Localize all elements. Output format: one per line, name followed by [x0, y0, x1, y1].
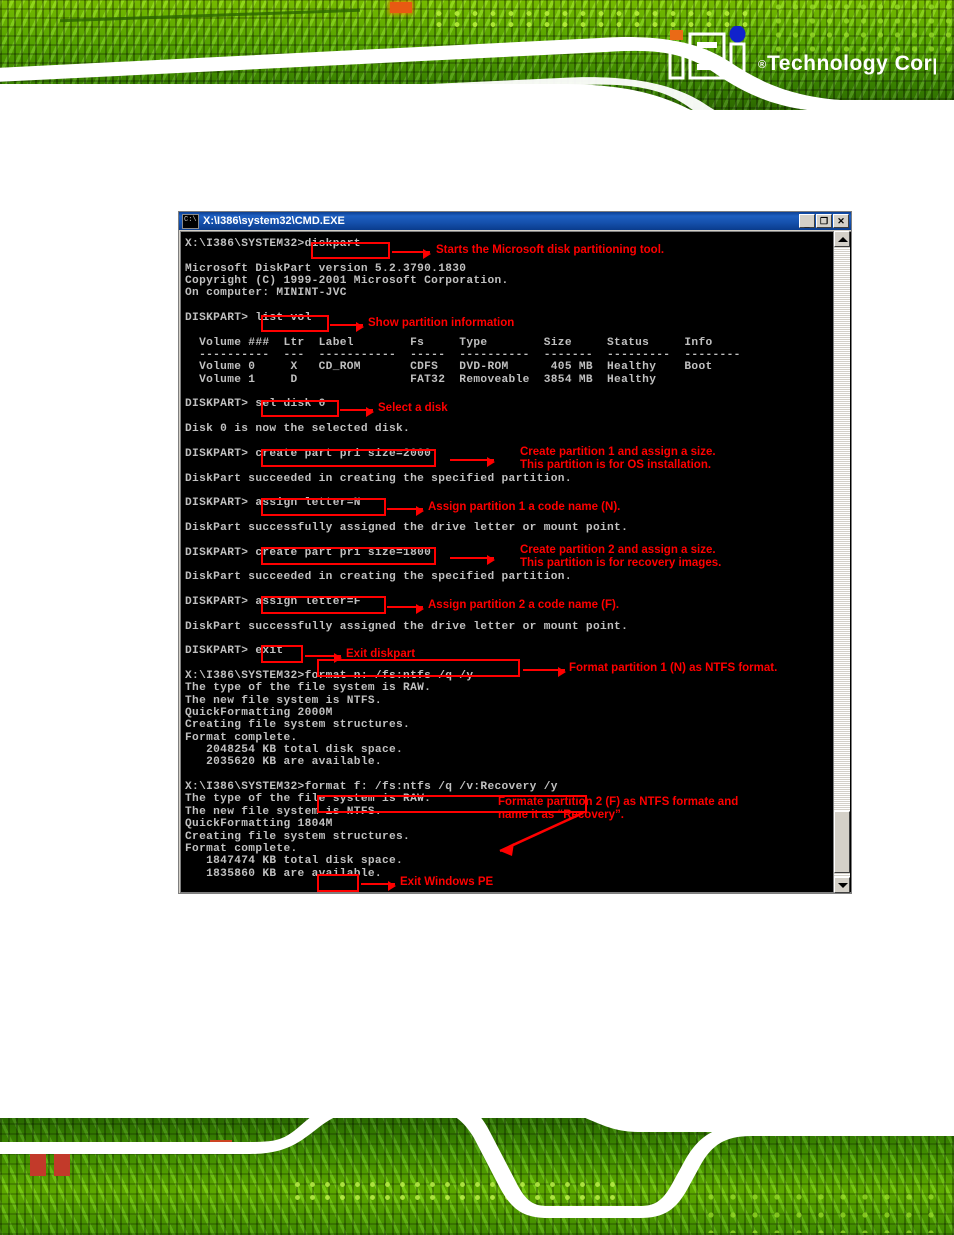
- console-line: 2048254 KB total disk space.: [185, 744, 404, 757]
- console-line: DiskPart successfully assigned the drive…: [185, 620, 629, 633]
- console-line: QuickFormatting 2000M: [185, 707, 333, 720]
- vertical-scrollbar[interactable]: [833, 231, 850, 893]
- console-line: The type of the file system is RAW.: [185, 682, 432, 695]
- page-header: ® Technology Corp.: [0, 0, 954, 118]
- console-line: DISKPART> list vol: [185, 312, 312, 325]
- console-line: 1847474 KB total disk space.: [185, 855, 404, 868]
- cmd-window-title: X:\I386\system32\CMD.EXE: [203, 215, 345, 227]
- console-line: ---------- --- ----------- ----- -------…: [185, 349, 741, 362]
- console-line: DiskPart succeeded in creating the speci…: [185, 472, 572, 485]
- console-line: DISKPART> exit: [185, 645, 284, 658]
- cmd-titlebar[interactable]: X:\I386\system32\CMD.EXE _ ❐ ✕: [179, 212, 851, 230]
- console-line: QuickFormatting 1804M: [185, 818, 333, 831]
- restore-icon: ❐: [819, 216, 829, 226]
- console-line: Volume 0 X CD_ROM CDFS DVD-ROM 405 MB He…: [185, 361, 713, 374]
- console-line: Creating file system structures.: [185, 830, 411, 843]
- console-line: Volume ### Ltr Label Fs Type Size Status…: [185, 336, 713, 349]
- brand-text: Technology Corp.: [767, 52, 936, 75]
- svg-text:®: ®: [758, 59, 766, 71]
- console-line: DISKPART> assign letter=N: [185, 497, 361, 510]
- console-line: DISKPART> sel disk 0: [185, 398, 326, 411]
- cmd-window[interactable]: X:\I386\system32\CMD.EXE _ ❐ ✕ X:\I386\S…: [178, 211, 852, 894]
- console-line: Format complete.: [185, 731, 298, 744]
- console-line: The new file system is NTFS.: [185, 694, 382, 707]
- console-line: X:\I386\SYSTEM32>diskpart: [185, 238, 361, 250]
- console-line: DISKPART> create part pri size=1800: [185, 546, 432, 559]
- console-line: The new file system is NTFS.: [185, 805, 382, 818]
- scroll-down-button[interactable]: [834, 877, 850, 893]
- console-line: The type of the file system is RAW.: [185, 793, 432, 806]
- restore-button[interactable]: ❐: [816, 214, 832, 228]
- console-line: On computer: MININT-JVC: [185, 287, 347, 300]
- console-output: X:\I386\SYSTEM32>diskpart Microsoft Disk…: [181, 232, 829, 892]
- console-line: Disk 0 is now the selected disk.: [185, 423, 411, 436]
- console-line: DiskPart succeeded in creating the speci…: [185, 571, 572, 584]
- console-icon: [182, 213, 199, 229]
- iei-logo: ® Technology Corp.: [668, 26, 936, 80]
- close-button[interactable]: ✕: [833, 214, 849, 228]
- chevron-up-icon: [838, 237, 848, 242]
- console-line: DISKPART> create part pri size=2000: [185, 447, 432, 460]
- window-controls[interactable]: _ ❐ ✕: [799, 214, 849, 229]
- console-line: DiskPart successfully assigned the drive…: [185, 521, 629, 534]
- close-icon: ✕: [837, 216, 845, 226]
- console-line: Copyright (C) 1999-2001 Microsoft Corpor…: [185, 275, 509, 288]
- scrollbar-thumb[interactable]: [834, 811, 850, 873]
- footer-swoosh-graphic: [0, 1118, 954, 1218]
- cmd-client-area: X:\I386\SYSTEM32>diskpart Microsoft Disk…: [180, 231, 852, 893]
- console-line: X:\I386\SYSTEM32>format n: /fs:ntfs /q /…: [185, 670, 474, 683]
- console-line: Format complete.: [185, 842, 298, 855]
- console-line: DISKPART> assign letter=F: [185, 595, 361, 608]
- minimize-button[interactable]: _: [799, 214, 815, 229]
- console-line: 1835860 KB are available.: [185, 867, 382, 880]
- console-line: Volume 1 D FAT32 Removeable 3854 MB Heal…: [185, 373, 657, 386]
- console-line: X:\I386\SYSTEM32>exit: [185, 892, 829, 893]
- page-footer: [0, 1118, 954, 1235]
- minimize-icon: _: [804, 219, 810, 229]
- console-line: X:\I386\SYSTEM32>format f: /fs:ntfs /q /…: [185, 781, 558, 794]
- console-line: Microsoft DiskPart version 5.2.3790.1830: [185, 262, 467, 275]
- scroll-up-button[interactable]: [834, 231, 850, 247]
- console-line: Creating file system structures.: [185, 719, 411, 732]
- console-line: 2035620 KB are available.: [185, 756, 382, 769]
- chevron-down-icon: [838, 883, 848, 888]
